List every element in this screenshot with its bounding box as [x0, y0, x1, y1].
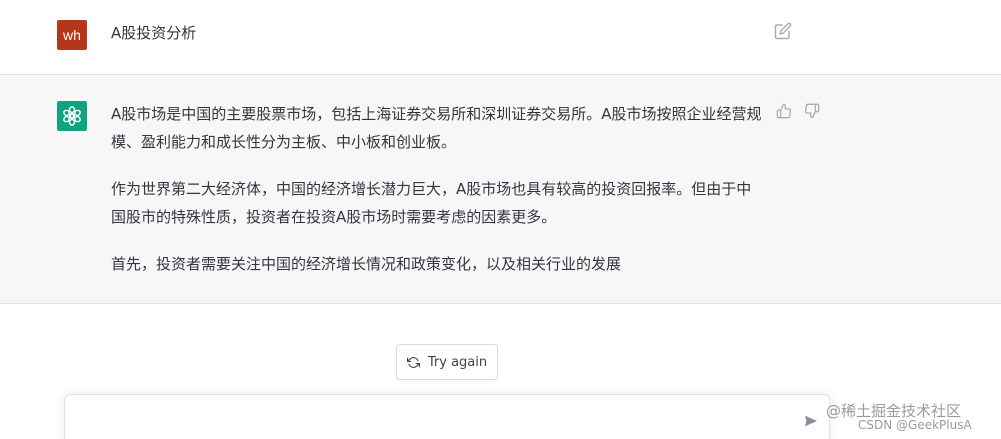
try-again-button[interactable]: Try again	[396, 344, 498, 380]
assistant-message-row: A股市场是中国的主要股票市场，包括上海证券交易所和深圳证券交易所。A股市场按照企…	[0, 75, 1001, 304]
send-icon[interactable]	[803, 413, 819, 429]
openai-logo-icon	[63, 106, 81, 126]
user-message-row: wh A股投资分析	[0, 0, 1001, 75]
assistant-paragraph: 作为世界第二大经济体，中国的经济增长潜力巨大，A股市场也具有较高的投资回报率。但…	[111, 180, 752, 226]
user-avatar: wh	[57, 20, 87, 50]
assistant-paragraph: A股市场是中国的主要股票市场，包括上海证券交易所和深圳证券交易所。A股市场按照企…	[111, 105, 762, 151]
assistant-avatar	[57, 101, 87, 131]
watermark-csdn: CSDN @GeekPlusA	[858, 418, 972, 432]
user-message-text: A股投资分析	[111, 24, 197, 42]
chat-page: wh A股投资分析 A股市场是中国的主要股票市场，包括上海证券交易所和深圳证券交…	[0, 0, 1001, 439]
edit-icon[interactable]	[774, 22, 792, 40]
assistant-paragraph: 首先，投资者需要关注中国的经济增长情况和政策变化，以及相关行业的发展	[111, 255, 622, 273]
refresh-icon	[406, 356, 420, 368]
message-composer	[64, 394, 830, 439]
thumbs-down-icon[interactable]	[804, 103, 820, 119]
try-again-label: Try again	[427, 354, 488, 370]
assistant-message-text: A股市场是中国的主要股票市场，包括上海证券交易所和深圳证券交易所。A股市场按照企…	[111, 100, 766, 278]
message-input[interactable]	[79, 409, 783, 435]
thumbs-up-icon[interactable]	[776, 103, 792, 119]
